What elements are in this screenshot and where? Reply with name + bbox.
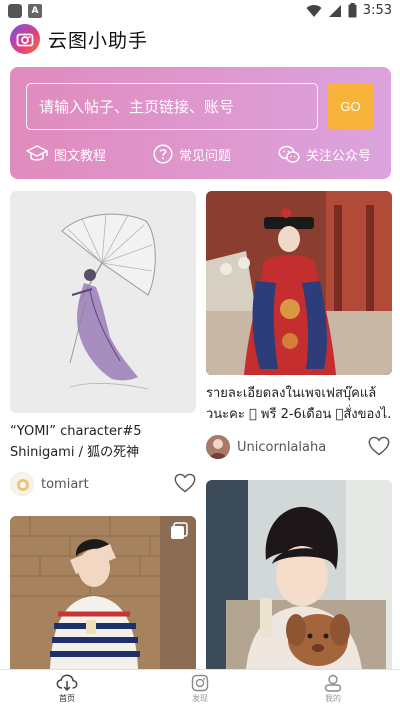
- post-image: [10, 516, 196, 669]
- notification-badge-icon: A: [28, 4, 42, 18]
- feed-card[interactable]: [10, 516, 196, 669]
- faq-link[interactable]: 常见问题: [153, 143, 231, 165]
- nav-home[interactable]: 首页: [37, 674, 97, 704]
- avatar: [10, 472, 34, 496]
- status-bar: A 3:53: [0, 0, 400, 22]
- feed-card[interactable]: [206, 480, 392, 669]
- post-title: “YOMI” character#5 Shinigami / 狐の死神: [10, 421, 196, 463]
- feed-card[interactable]: รายละเอียดลงในเพจเฟสบุ๊คแล้ วนะคะ 􀀀 พรี …: [206, 191, 392, 471]
- tutorial-link[interactable]: 图文教程: [26, 143, 106, 165]
- nav-home-label: 首页: [59, 694, 75, 703]
- post-title-line: “YOMI” character#5: [10, 424, 142, 439]
- avatar: [206, 435, 230, 459]
- heart-icon[interactable]: [174, 473, 196, 493]
- author-row[interactable]: Unicornlalaha: [206, 435, 326, 459]
- nav-profile[interactable]: 我的: [303, 674, 363, 704]
- heart-icon[interactable]: [368, 436, 390, 456]
- user-icon: [324, 674, 342, 692]
- search-input[interactable]: [26, 83, 318, 130]
- app-notification-icon: [8, 4, 22, 18]
- graduation-cap-icon: [26, 145, 48, 161]
- bottom-nav: 首页 发现 我的: [0, 669, 400, 711]
- cloud-download-icon: [56, 674, 78, 692]
- post-image: [206, 191, 392, 375]
- faq-link-label: 常见问题: [179, 148, 232, 164]
- wifi-icon: [306, 4, 322, 17]
- post-title-line: วนะคะ 􀀀 พรี 2-6เดือน 􀀀สั่งของไ...: [206, 407, 392, 422]
- clock-time: 3:53: [362, 3, 392, 18]
- author-row[interactable]: tomiart: [10, 472, 89, 496]
- app-header: 云图小助手: [10, 24, 148, 54]
- wechat-follow-label: 关注公众号: [306, 148, 372, 164]
- signal-icon: [328, 4, 341, 17]
- feed-card[interactable]: “YOMI” character#5 Shinigami / 狐の死神 tomi…: [10, 191, 196, 501]
- author-name: Unicornlalaha: [237, 439, 327, 455]
- nav-discover[interactable]: 发现: [170, 674, 230, 704]
- app-title: 云图小助手: [48, 29, 149, 52]
- go-button[interactable]: GO: [327, 83, 374, 130]
- camera-logo-icon: [10, 24, 40, 54]
- post-image: [206, 480, 392, 669]
- tutorial-link-label: 图文教程: [54, 148, 107, 164]
- author-name: tomiart: [41, 476, 89, 492]
- nav-discover-label: 发现: [192, 694, 208, 703]
- wechat-icon: [278, 145, 300, 163]
- battery-icon: [348, 3, 357, 18]
- nav-profile-label: 我的: [325, 694, 341, 703]
- question-circle-icon: [153, 144, 173, 164]
- search-panel: GO 图文教程 常见问题 关注公众号: [10, 67, 391, 179]
- post-title: รายละเอียดลงในเพจเฟสบุ๊คแล้ วนะคะ 􀀀 พรี …: [206, 383, 392, 425]
- wechat-follow-link[interactable]: 关注公众号: [278, 143, 371, 165]
- post-title-line: Shinigami / 狐の死神: [10, 445, 140, 460]
- instagram-icon: [191, 674, 209, 692]
- post-title-line: รายละเอียดลงในเพจเฟสบุ๊คแล้: [206, 386, 377, 401]
- multi-image-icon: [171, 522, 188, 539]
- post-image: [10, 191, 196, 413]
